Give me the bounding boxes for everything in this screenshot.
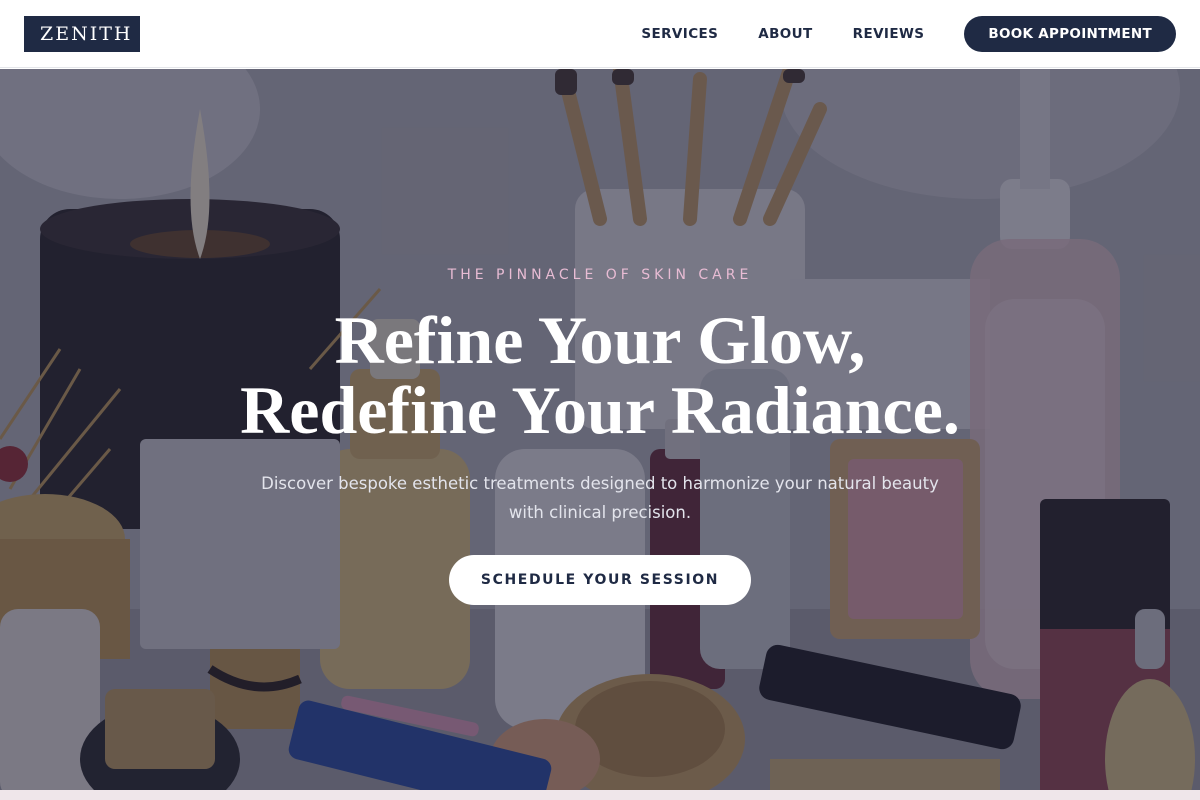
hero-eyebrow: THE PINNACLE OF SKIN CARE xyxy=(447,267,753,283)
schedule-session-button[interactable]: SCHEDULE YOUR SESSION xyxy=(449,555,751,605)
nav-link-about[interactable]: ABOUT xyxy=(758,26,812,42)
logo[interactable]: ZENITH xyxy=(24,15,140,52)
hero-bottom-strip xyxy=(0,790,1200,800)
book-appointment-button[interactable]: BOOK APPOINTMENT xyxy=(964,15,1176,52)
hero-headline: Refine Your Glow, Redefine Your Radiance… xyxy=(0,305,1200,445)
hero-headline-line-1: Refine Your Glow, xyxy=(334,302,866,378)
hero-headline-line-2: Redefine Your Radiance. xyxy=(240,372,960,448)
nav-link-services[interactable]: SERVICES xyxy=(641,26,718,42)
hero-section: THE PINNACLE OF SKIN CARE Refine Your Gl… xyxy=(0,69,1200,800)
main-nav: SERVICES ABOUT REVIEWS BOOK APPOINTMENT xyxy=(641,15,1176,52)
hero-subtext: Discover bespoke esthetic treatments des… xyxy=(261,474,939,522)
site-header: ZENITH SERVICES ABOUT REVIEWS BOOK APPOI… xyxy=(0,0,1200,68)
nav-link-reviews[interactable]: REVIEWS xyxy=(853,26,925,42)
